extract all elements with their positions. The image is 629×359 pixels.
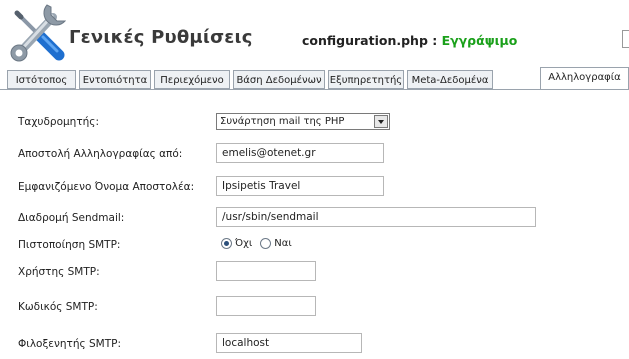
- smtp-auth-label: Πιστοποίηση SMTP:: [18, 239, 121, 251]
- smtp-pass-label: Κωδικός SMTP:: [18, 301, 98, 313]
- tab-mail[interactable]: Αλληλογραφία: [540, 67, 629, 90]
- config-separator: :: [427, 33, 442, 48]
- tab-server[interactable]: Εξυπηρετητής: [328, 70, 404, 89]
- tab-metadata[interactable]: Meta-Δεδομένα: [407, 70, 493, 89]
- from-name-label: Εμφανιζόμενο Όνομα Αποστολέα:: [18, 181, 195, 193]
- settings-tabs: Ιστότοπος Εντοπιότητα Περιεχόμενο Βάση Δ…: [0, 67, 629, 91]
- sendmail-path-field[interactable]: /usr/sbin/sendmail: [216, 207, 536, 227]
- mailer-select[interactable]: Συνάρτηση mail της PHP: [216, 113, 390, 130]
- mail-from-field[interactable]: emelis@otenet.gr: [216, 143, 384, 163]
- smtp-user-field[interactable]: [216, 261, 316, 281]
- mailer-label: Ταχυδρομητής:: [18, 116, 100, 128]
- tab-content[interactable]: Περιεχόμενο: [154, 70, 230, 89]
- page-title: Γενικές Ρυθμίσεις: [69, 27, 253, 48]
- smtp-auth-yes-label[interactable]: Ναι: [274, 238, 291, 249]
- wrench-screwdriver-icon: [10, 4, 67, 62]
- smtp-auth-no-radio[interactable]: [221, 238, 232, 249]
- row-from-name: Εμφανιζόμενο Όνομα Αποστολέα: Ipsipetis …: [8, 176, 629, 202]
- smtp-auth-radio-group: Όχι Ναι: [221, 238, 300, 250]
- tab-locale[interactable]: Εντοπιότητα: [79, 70, 151, 89]
- row-mail-from: Αποστολή Αλληλογραφίας από: emelis@otene…: [8, 143, 629, 169]
- config-writable-status: Εγγράψιμο: [441, 33, 518, 48]
- smtp-host-field[interactable]: localhost: [216, 333, 362, 353]
- from-name-field[interactable]: Ipsipetis Travel: [216, 176, 384, 196]
- page-header: Γενικές Ρυθμίσεις configuration.php : Εγ…: [0, 0, 629, 68]
- smtp-pass-field[interactable]: [216, 296, 316, 316]
- row-sendmail: Διαδρομή Sendmail: /usr/sbin/sendmail: [8, 207, 629, 233]
- mail-from-label: Αποστολή Αλληλογραφίας από:: [18, 148, 183, 160]
- tab-site[interactable]: Ιστότοπος: [7, 70, 76, 89]
- row-mailer: Ταχυδρομητής: Συνάρτηση mail της PHP: [8, 111, 629, 137]
- config-status: configuration.php : Εγγράψιμο: [302, 33, 517, 48]
- tab-database[interactable]: Βάση Δεδομένων: [233, 70, 325, 89]
- mailer-select-value: Συνάρτηση mail της PHP: [220, 116, 345, 127]
- row-smtp-host: Φιλοξενητής SMTP: localhost: [8, 333, 629, 359]
- chevron-down-icon[interactable]: [374, 115, 388, 128]
- config-filename: configuration.php: [302, 33, 428, 48]
- row-smtp-user: Χρήστης SMTP:: [8, 261, 629, 287]
- row-smtp-pass: Κωδικός SMTP:: [8, 296, 629, 322]
- sendmail-label: Διαδρομή Sendmail:: [18, 212, 125, 224]
- smtp-user-label: Χρήστης SMTP:: [18, 266, 100, 278]
- smtp-host-label: Φιλοξενητής SMTP:: [18, 338, 121, 350]
- smtp-auth-no-label[interactable]: Όχι: [235, 238, 252, 249]
- smtp-auth-yes-radio[interactable]: [260, 238, 272, 249]
- toolbar-edge: [622, 30, 629, 48]
- mail-settings-panel: Ταχυδρομητής: Συνάρτηση mail της PHP Απο…: [8, 90, 629, 358]
- row-smtp-auth: Πιστοποίηση SMTP: Όχι Ναι: [8, 235, 629, 261]
